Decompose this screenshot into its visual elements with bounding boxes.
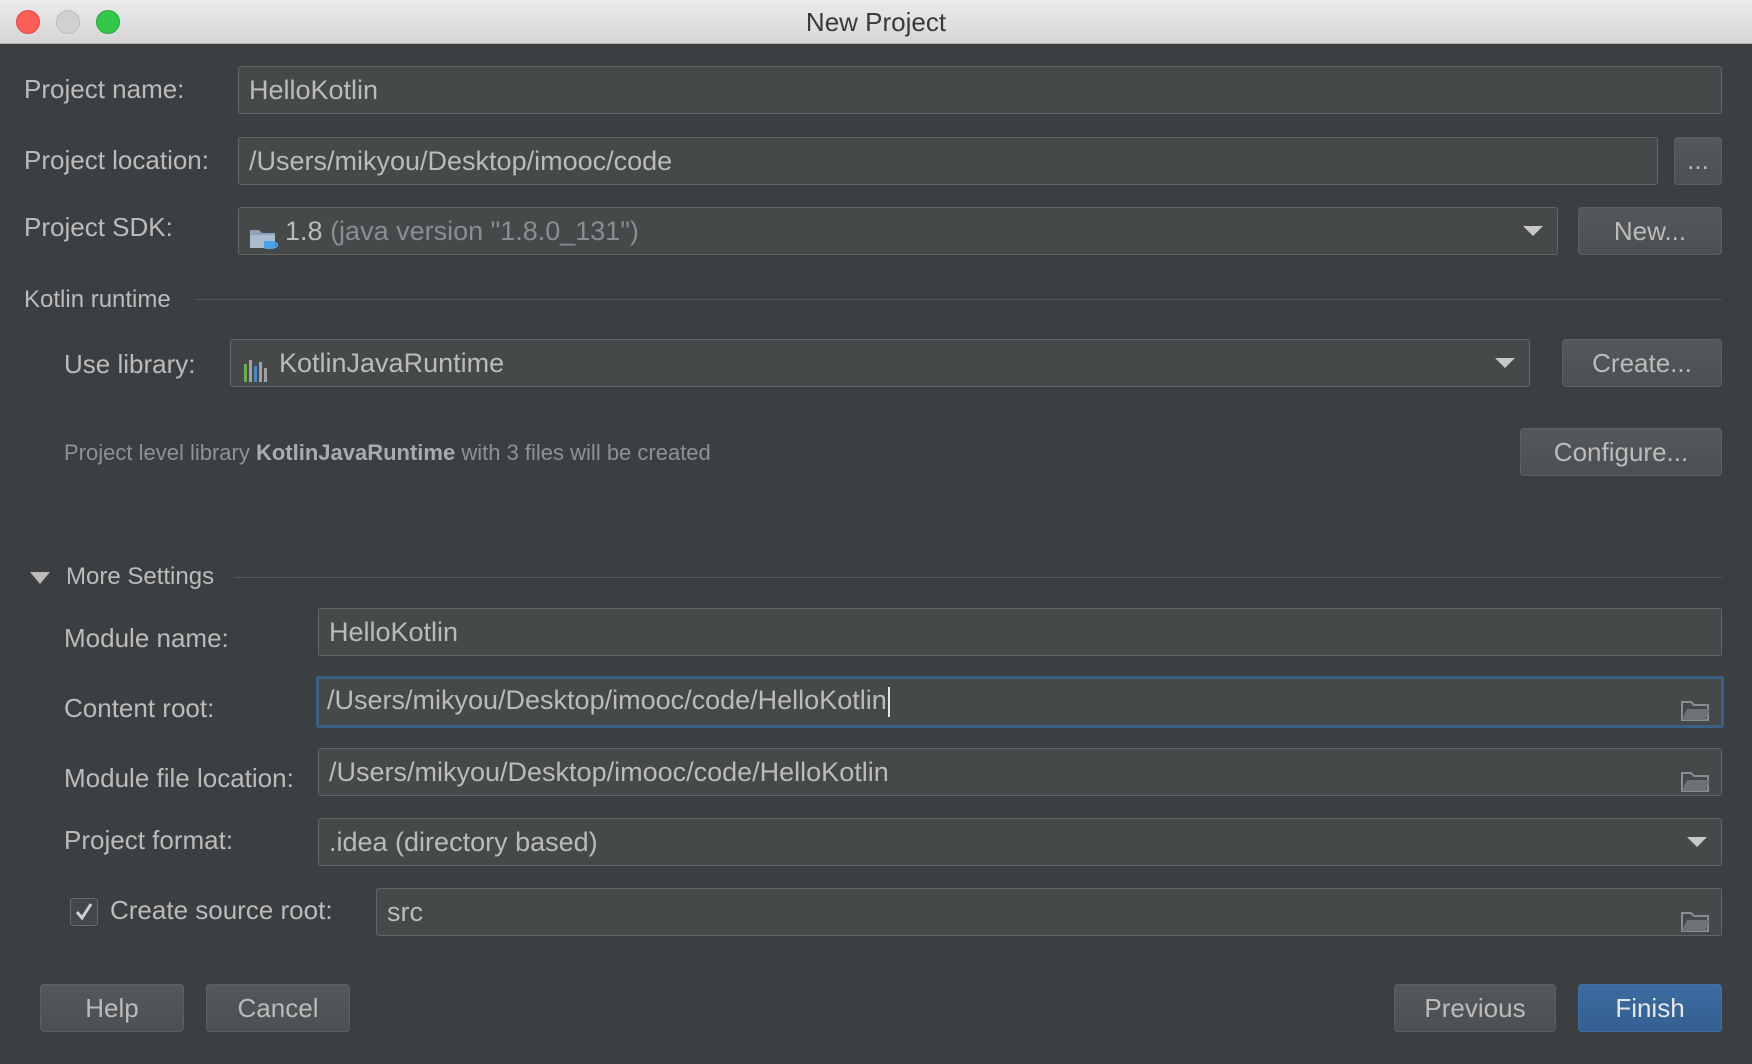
library-icon: [243, 352, 271, 382]
window-title: New Project: [805, 7, 947, 37]
module-name-label: Module name:: [64, 623, 229, 653]
module-name-input[interactable]: HelloKotlin: [318, 608, 1722, 656]
project-format-value: .idea (directory based): [329, 827, 598, 857]
use-library-label: Use library:: [64, 349, 196, 379]
content-root-input[interactable]: /Users/mikyou/Desktop/imooc/code/HelloKo…: [316, 676, 1724, 728]
checkmark-icon: [75, 903, 93, 921]
jdk-folder-icon: [249, 220, 279, 249]
content-root-value: /Users/mikyou/Desktop/imooc/code/HelloKo…: [327, 685, 887, 715]
module-file-location-label: Module file location:: [64, 763, 294, 793]
hint-library-name: KotlinJavaRuntime: [255, 440, 456, 465]
create-library-button[interactable]: Create...: [1562, 339, 1722, 387]
library-hint: Project level library KotlinJavaRuntime …: [64, 440, 711, 466]
previous-button[interactable]: Previous: [1394, 984, 1556, 1032]
chevron-down-icon: [1495, 358, 1515, 368]
use-library-dropdown[interactable]: KotlinJavaRuntime: [230, 339, 1530, 387]
source-root-value: src: [387, 897, 423, 927]
project-name-input[interactable]: HelloKotlin: [238, 66, 1722, 114]
browse-location-button[interactable]: ...: [1674, 137, 1722, 185]
folder-icon[interactable]: [1681, 692, 1711, 721]
module-file-location-input[interactable]: /Users/mikyou/Desktop/imooc/code/HelloKo…: [318, 748, 1722, 796]
text-cursor: [887, 686, 890, 717]
more-settings-section-title[interactable]: More Settings: [66, 563, 214, 591]
section-divider: [194, 299, 1722, 300]
kotlin-runtime-section-title: Kotlin runtime: [24, 286, 171, 313]
chevron-down-icon: [1687, 837, 1707, 847]
sdk-new-button[interactable]: New...: [1578, 207, 1722, 255]
finish-button[interactable]: Finish: [1578, 984, 1722, 1032]
project-sdk-label: Project SDK:: [24, 212, 173, 242]
project-location-input[interactable]: /Users/mikyou/Desktop/imooc/code: [238, 137, 1658, 185]
folder-icon[interactable]: [1681, 761, 1711, 792]
content-root-label: Content root:: [64, 693, 215, 723]
source-root-input[interactable]: src: [376, 888, 1722, 936]
triangle-down-icon[interactable]: [30, 572, 50, 584]
folder-icon[interactable]: [1681, 901, 1711, 932]
hint-prefix: Project level library: [64, 440, 256, 465]
title-bar: New Project: [0, 0, 1752, 44]
project-format-label: Project format:: [64, 825, 234, 855]
project-sdk-dropdown[interactable]: 1.8 (java version "1.8.0_131"): [238, 207, 1558, 255]
configure-button[interactable]: Configure...: [1520, 428, 1722, 476]
create-source-root-label[interactable]: Create source root:: [110, 895, 333, 926]
project-location-label: Project location:: [24, 145, 209, 175]
project-format-dropdown[interactable]: .idea (directory based): [318, 818, 1722, 866]
cancel-button[interactable]: Cancel: [206, 984, 350, 1032]
library-value: KotlinJavaRuntime: [279, 348, 505, 378]
project-name-label: Project name:: [24, 74, 185, 104]
chevron-down-icon: [1523, 226, 1543, 236]
module-file-location-value: /Users/mikyou/Desktop/imooc/code/HelloKo…: [329, 757, 889, 787]
sdk-detail: (java version "1.8.0_131"): [330, 216, 639, 246]
help-button[interactable]: Help: [40, 984, 184, 1032]
sdk-version: 1.8: [285, 216, 323, 246]
section-divider: [234, 577, 1722, 578]
hint-suffix: with 3 files will be created: [455, 440, 711, 465]
create-source-root-checkbox[interactable]: [70, 898, 98, 926]
